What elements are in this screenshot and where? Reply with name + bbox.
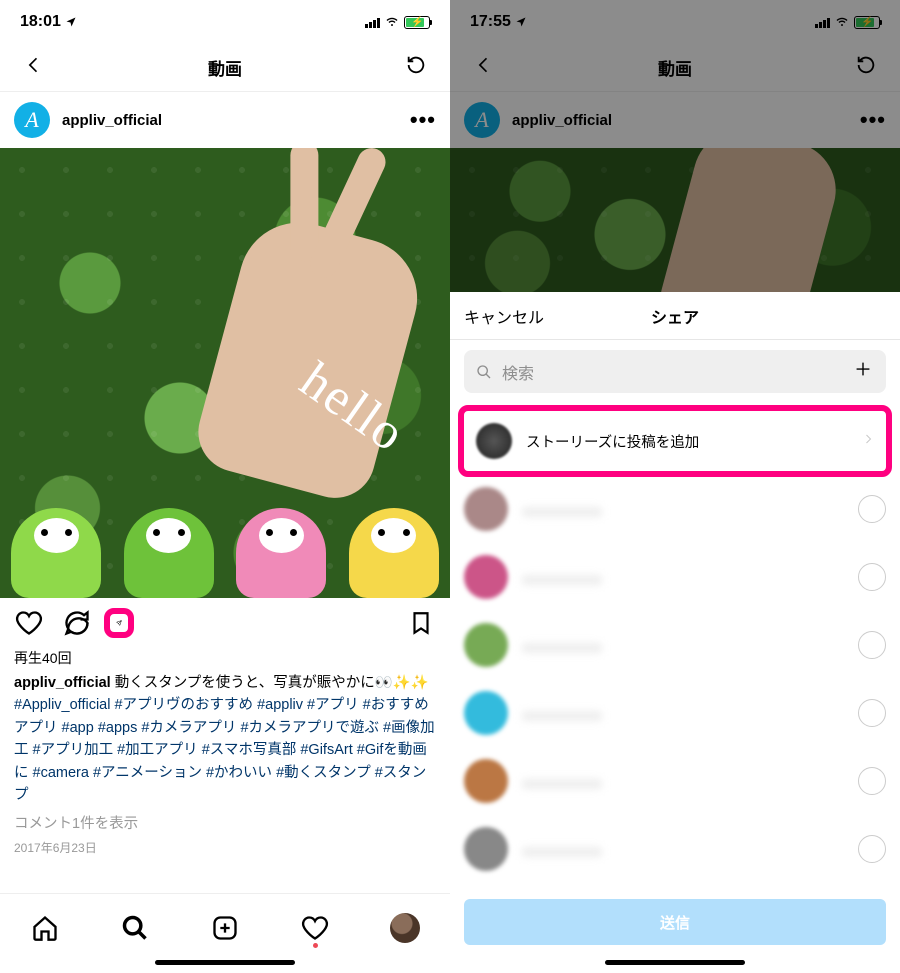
recipient-row[interactable]	[464, 691, 886, 735]
home-tab[interactable]	[23, 906, 67, 950]
select-radio[interactable]	[858, 495, 886, 523]
recipient-list	[450, 487, 900, 887]
status-bar: 18:01 ⚡	[0, 0, 450, 44]
more-button[interactable]: •••	[410, 107, 436, 133]
search-input[interactable]: 検索	[464, 350, 886, 393]
home-indicator[interactable]	[155, 960, 295, 965]
select-radio[interactable]	[858, 631, 886, 659]
home-indicator[interactable]	[605, 960, 745, 965]
avatar[interactable]: A	[14, 102, 50, 138]
select-radio[interactable]	[858, 835, 886, 863]
dim-overlay	[450, 0, 900, 292]
select-radio[interactable]	[858, 699, 886, 727]
recipient-row[interactable]	[464, 827, 886, 871]
left-screenshot: 18:01 ⚡ 動画 A appliv_official ••• hello	[0, 0, 450, 973]
activity-tab[interactable]	[293, 906, 337, 950]
recipient-row[interactable]	[464, 555, 886, 599]
right-screenshot: 17:55 ⚡ 動画 A appliv_official ••• キャンセル シ…	[450, 0, 900, 973]
profile-avatar	[390, 913, 420, 943]
share-sheet: キャンセル シェア 検索 ストーリーズに投稿を追加 送信	[450, 292, 900, 973]
caption: appliv_official 動くスタンプを使うと、写真が賑やかに👀✨✨ #A…	[14, 672, 436, 807]
author-row[interactable]: A appliv_official •••	[0, 92, 450, 148]
caption-username[interactable]: appliv_official	[14, 675, 111, 691]
add-to-story-row[interactable]: ストーリーズに投稿を追加	[458, 405, 892, 477]
location-icon	[65, 16, 77, 28]
hashtags[interactable]: #Appliv_official #アプリヴのおすすめ #appliv #アプリ…	[14, 697, 435, 803]
select-radio[interactable]	[858, 563, 886, 591]
battery-icon: ⚡	[404, 16, 430, 29]
nav-title: 動画	[208, 55, 242, 80]
like-button[interactable]	[14, 608, 44, 638]
back-button[interactable]	[16, 55, 52, 80]
story-avatar	[476, 423, 512, 459]
send-button[interactable]: 送信	[464, 899, 886, 945]
username[interactable]: appliv_official	[62, 112, 398, 129]
notification-dot	[313, 943, 318, 948]
signal-icon	[365, 16, 380, 28]
post-actions	[0, 598, 450, 648]
add-group-button[interactable]	[852, 358, 874, 385]
new-post-tab[interactable]	[203, 906, 247, 950]
caption-text: 動くスタンプを使うと、写真が賑やかに👀✨✨	[111, 675, 429, 691]
play-count: 再生40回	[14, 648, 436, 670]
view-comments[interactable]: コメント1件を表示	[14, 813, 436, 835]
post-media[interactable]: hello	[0, 148, 450, 598]
nav-bar: 動画	[0, 44, 450, 92]
reload-button[interactable]	[398, 54, 434, 81]
post-date: 2017年6月23日	[14, 839, 436, 858]
recipient-row[interactable]	[464, 487, 886, 531]
cancel-button[interactable]: キャンセル	[464, 304, 544, 328]
wifi-icon	[384, 16, 400, 28]
search-tab[interactable]	[113, 906, 157, 950]
story-row-label: ストーリーズに投稿を追加	[526, 431, 848, 452]
sheet-header: キャンセル シェア	[450, 292, 900, 340]
comment-button[interactable]	[62, 608, 92, 638]
recipient-row[interactable]	[464, 623, 886, 667]
select-radio[interactable]	[858, 767, 886, 795]
search-placeholder: 検索	[502, 360, 534, 384]
share-button[interactable]	[104, 608, 134, 638]
profile-tab[interactable]	[383, 906, 427, 950]
bookmark-button[interactable]	[406, 608, 436, 638]
recipient-row[interactable]	[464, 759, 886, 803]
chevron-right-icon	[862, 431, 874, 452]
post-meta: 再生40回 appliv_official 動くスタンプを使うと、写真が賑やかに…	[0, 648, 450, 868]
search-icon	[476, 364, 492, 380]
status-time: 18:01	[20, 13, 77, 31]
